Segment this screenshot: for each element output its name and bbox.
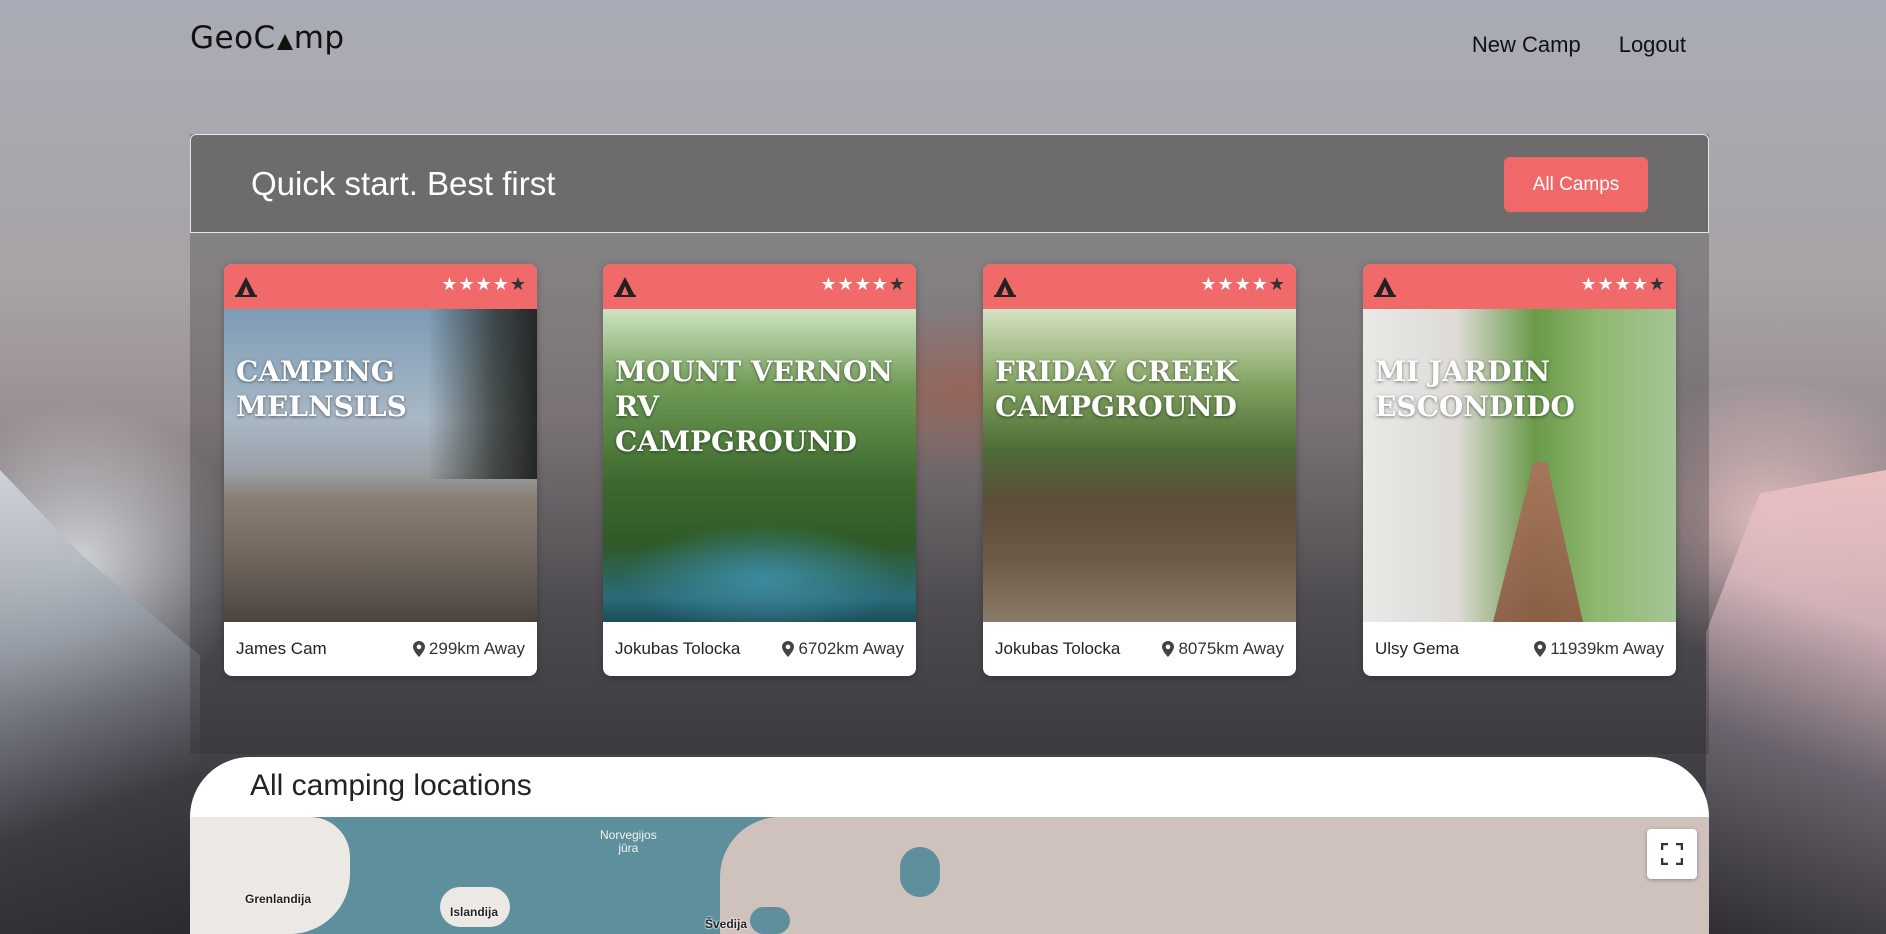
card-footer: Jokubas Tolocka 8075km Away	[983, 622, 1296, 676]
stars-empty: ★	[1268, 274, 1286, 295]
navbar: GeoC mp New Camp Logout	[190, 20, 1696, 80]
map-pin-icon	[1162, 641, 1175, 657]
all-camps-button[interactable]: All Camps	[1504, 157, 1648, 212]
rating-stars: ★★★★★	[441, 274, 527, 295]
map-section: All camping locations Grenlandija Island…	[190, 757, 1709, 934]
brand-text-start: GeoC	[190, 20, 276, 56]
map-label-sweden: Švedija	[705, 917, 748, 931]
distance-text: 299km Away	[428, 639, 525, 658]
logout-link[interactable]: Logout	[1619, 32, 1686, 58]
map-sea-baltic	[750, 907, 790, 934]
stars-filled: ★★★★	[441, 274, 510, 295]
map-land-greenland	[190, 817, 350, 934]
stars-empty: ★	[888, 274, 906, 295]
fullscreen-button[interactable]	[1647, 829, 1697, 879]
map-sea-white	[900, 847, 940, 897]
tent-icon	[1374, 277, 1396, 297]
map-label-norwegian-sea-line2: jūra	[618, 841, 639, 855]
camp-distance: 6702km Away	[782, 639, 904, 659]
distance-text: 11939km Away	[1550, 639, 1664, 658]
camp-title: MOUNT VERNON RV CAMPGROUND	[615, 355, 893, 458]
map-label-norwegian-sea: Norvegijos jūra	[600, 829, 657, 855]
camp-author: Ulsy Gema	[1375, 639, 1460, 658]
panel-title: Quick start. Best first	[251, 165, 556, 202]
tent-icon	[994, 277, 1016, 297]
card-header: ★★★★★	[224, 264, 537, 309]
camp-card[interactable]: ★★★★★ FRIDAY CREEK CAMPGROUND Jokubas To…	[983, 264, 1296, 676]
map-label-greenland: Grenlandija	[245, 892, 312, 906]
map-pin-icon	[412, 641, 425, 657]
camp-image: FRIDAY CREEK CAMPGROUND	[983, 309, 1296, 622]
background-mountain-left	[0, 470, 200, 934]
camp-author: James Cam	[236, 639, 327, 658]
tent-logo-icon	[276, 34, 293, 50]
map-pin-icon	[782, 641, 795, 657]
map-title: All camping locations	[250, 769, 532, 802]
camps-map[interactable]: Grenlandija Islandija Švedija Norvegijos…	[190, 817, 1709, 934]
camp-image: MOUNT VERNON RV CAMPGROUND	[603, 309, 916, 622]
brand-logo[interactable]: GeoC mp	[190, 20, 345, 56]
camp-image: MI JARDIN ESCONDIDO	[1363, 309, 1676, 622]
camp-author: Jokubas Tolocka	[995, 639, 1121, 658]
map-pin-icon	[1534, 641, 1547, 657]
background-mountain-right	[1706, 470, 1886, 934]
rating-stars: ★★★★★	[820, 274, 906, 295]
map-label-iceland: Islandija	[450, 905, 499, 919]
camp-title: FRIDAY CREEK CAMPGROUND	[995, 355, 1239, 423]
stars-empty: ★	[1648, 274, 1666, 295]
fullscreen-icon	[1661, 843, 1683, 865]
camp-card[interactable]: ★★★★★ CAMPING MELNSILS James Cam 299km A…	[224, 264, 537, 676]
card-footer: Ulsy Gema 11939km Away	[1363, 622, 1676, 676]
camp-distance: 299km Away	[412, 639, 525, 659]
map-header: All camping locations	[190, 757, 1709, 817]
tent-icon	[614, 277, 636, 297]
stars-filled: ★★★★	[820, 274, 889, 295]
stars-filled: ★★★★	[1200, 274, 1269, 295]
panel-header: Quick start. Best first All Camps	[190, 134, 1709, 233]
card-header: ★★★★★	[983, 264, 1296, 309]
card-footer: Jokubas Tolocka 6702km Away	[603, 622, 916, 676]
camp-title: CAMPING MELNSILS	[236, 355, 407, 423]
card-footer: James Cam 299km Away	[224, 622, 537, 676]
new-camp-link[interactable]: New Camp	[1472, 32, 1581, 58]
camp-card[interactable]: ★★★★★ MOUNT VERNON RV CAMPGROUND Jokubas…	[603, 264, 916, 676]
tent-icon	[235, 277, 257, 297]
distance-text: 6702km Away	[798, 639, 904, 658]
stars-empty: ★	[509, 274, 527, 295]
brand-text-end: mp	[293, 20, 345, 56]
distance-text: 8075km Away	[1178, 639, 1284, 658]
rating-stars: ★★★★★	[1200, 274, 1286, 295]
camp-image: CAMPING MELNSILS	[224, 309, 537, 622]
card-header: ★★★★★	[1363, 264, 1676, 309]
stars-filled: ★★★★	[1580, 274, 1649, 295]
map-land-europe	[720, 817, 1709, 934]
camp-distance: 11939km Away	[1534, 639, 1664, 659]
camp-author: Jokubas Tolocka	[615, 639, 741, 658]
camp-card[interactable]: ★★★★★ MI JARDIN ESCONDIDO Ulsy Gema 1193…	[1363, 264, 1676, 676]
nav-links: New Camp Logout	[1472, 32, 1686, 58]
rating-stars: ★★★★★	[1580, 274, 1666, 295]
camp-distance: 8075km Away	[1162, 639, 1284, 659]
card-header: ★★★★★	[603, 264, 916, 309]
camp-title: MI JARDIN ESCONDIDO	[1375, 355, 1575, 423]
